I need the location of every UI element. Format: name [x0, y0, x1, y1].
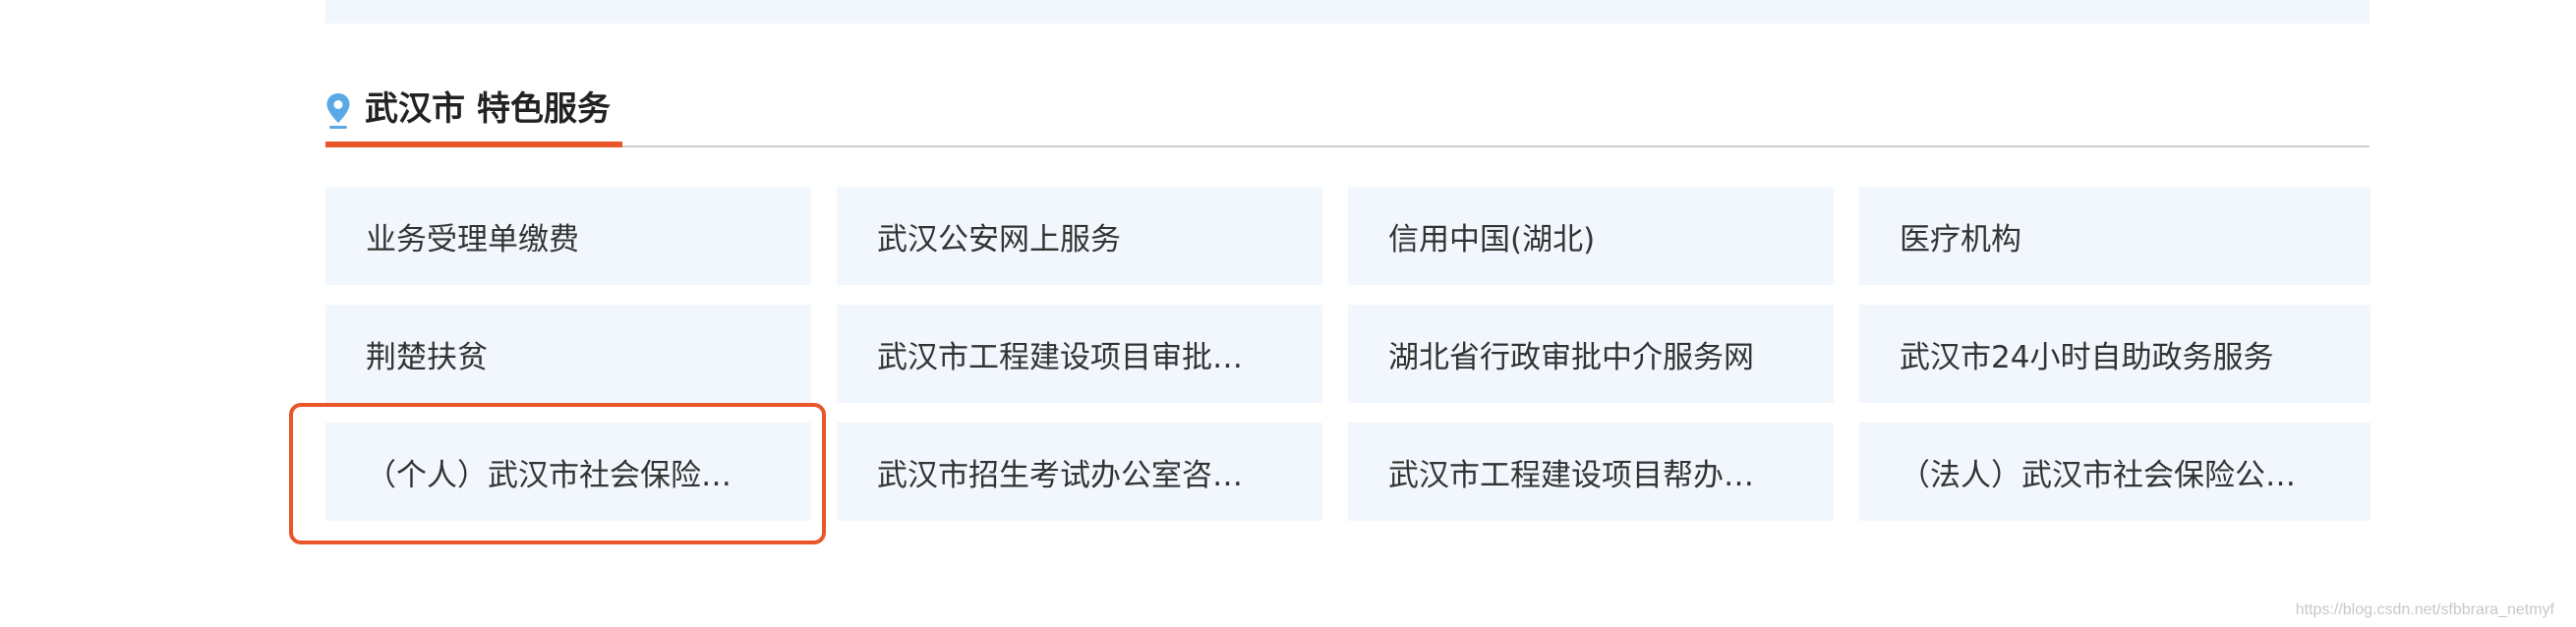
- service-tile[interactable]: （法人）武汉市社会保险公…: [1859, 423, 2371, 521]
- service-tile[interactable]: 荆楚扶贫: [325, 305, 811, 403]
- service-tile[interactable]: 武汉市工程建设项目帮办…: [1348, 423, 1834, 521]
- previous-section-bottom: [325, 0, 2370, 24]
- service-tile[interactable]: 湖北省行政审批中介服务网: [1348, 305, 1834, 403]
- service-grid: 业务受理单缴费 武汉公安网上服务 信用中国(湖北) 医疗机构 荆楚扶贫 武汉市工…: [325, 187, 2371, 521]
- service-tile[interactable]: 武汉公安网上服务: [837, 187, 1322, 285]
- service-tile[interactable]: 武汉市工程建设项目审批…: [837, 305, 1322, 403]
- service-tile[interactable]: 业务受理单缴费: [325, 187, 811, 285]
- section-header: 武汉市 特色服务: [325, 83, 2370, 147]
- watermark: https://blog.csdn.net/sfbbrara_netmyf: [2295, 601, 2554, 618]
- service-tile[interactable]: 医疗机构: [1859, 187, 2371, 285]
- header-accent-underline: [325, 142, 622, 147]
- section-city: 武汉市: [365, 89, 465, 129]
- service-tile[interactable]: 信用中国(湖北): [1348, 187, 1834, 285]
- section-title-text: 特色服务: [477, 89, 611, 129]
- service-tile[interactable]: （个人）武汉市社会保险…: [325, 423, 811, 521]
- service-tile[interactable]: 武汉市24小时自助政务服务: [1859, 305, 2371, 403]
- service-tile[interactable]: 武汉市招生考试办公室咨…: [837, 423, 1322, 521]
- location-pin-icon: [326, 93, 350, 129]
- header-divider: [325, 145, 2370, 147]
- section-title: 武汉市 特色服务: [365, 83, 611, 136]
